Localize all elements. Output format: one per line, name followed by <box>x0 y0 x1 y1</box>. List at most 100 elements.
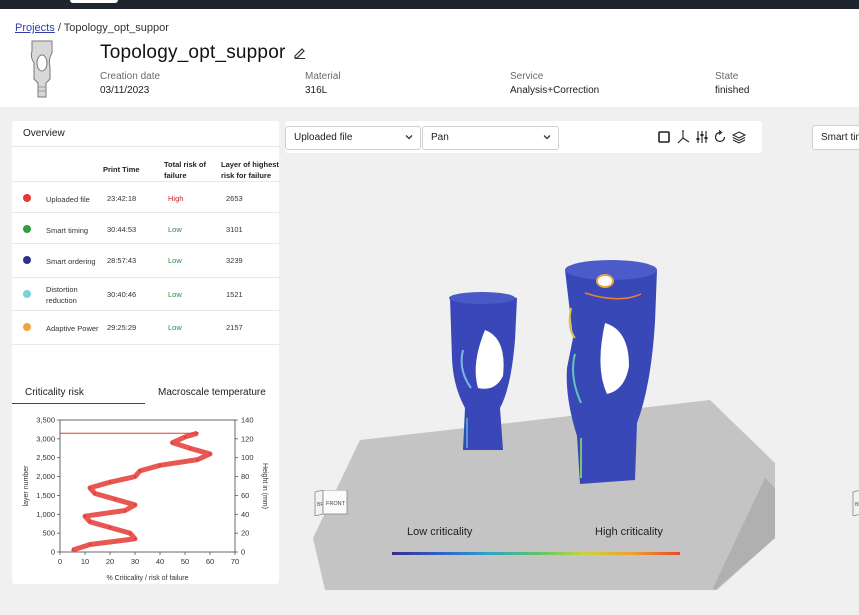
legend-high-criticality: High criticality <box>595 526 663 538</box>
row-name: Adaptive Power <box>46 323 99 333</box>
overview-panel: Overview Print Time Total risk of failur… <box>12 121 279 584</box>
status-dot <box>23 225 31 233</box>
row-layer: 2157 <box>226 323 243 332</box>
overview-title: Overview <box>23 128 65 139</box>
layers-icon[interactable] <box>731 129 747 145</box>
meta-service: Service Analysis+Correction <box>510 71 599 96</box>
overview-row[interactable]: Smart ordering 28:57:43 Low 3239 <box>12 243 279 277</box>
view-cube[interactable]: BF FRONT <box>314 490 348 516</box>
criticality-point <box>196 458 199 461</box>
criticality-series-line <box>71 430 213 553</box>
part-thumbnail <box>30 40 53 98</box>
meta-label: Material <box>305 71 341 82</box>
meta-value: 03/11/2023 <box>100 85 150 96</box>
cube-face-front: FRONT <box>326 501 346 507</box>
legend-low-criticality: Low criticality <box>407 526 473 538</box>
row-print-time: 23:42:18 <box>107 194 137 203</box>
file-select[interactable]: Uploaded file <box>285 126 421 150</box>
cube-face-left-secondary: BF <box>855 502 859 508</box>
criticality-point <box>133 475 137 478</box>
row-layer: 1521 <box>226 290 243 299</box>
overview-row[interactable]: Adaptive Power 29:25:29 Low 2157 <box>12 310 279 345</box>
criticality-point <box>133 503 137 507</box>
axes-icon[interactable] <box>675 129 691 145</box>
top-bar-active-tab[interactable] <box>70 0 118 3</box>
row-layer: 3239 <box>226 256 243 265</box>
y-tick-label: 2,000 <box>36 472 55 481</box>
y-tick-label: 0 <box>51 548 55 557</box>
status-dot <box>23 256 31 264</box>
chevron-down-icon <box>543 135 551 140</box>
x-tick-label: 40 <box>156 557 164 566</box>
criticality-chart: 0 10 20 30 40 50 60 7005001,0001,5002,0002,5003… <box>23 416 268 583</box>
row-risk: Low <box>168 256 182 265</box>
row-name: Uploaded file <box>46 194 90 204</box>
app-top-bar <box>0 0 859 9</box>
edit-pencil-icon[interactable] <box>293 45 307 59</box>
x-tick-label: 10 <box>81 557 89 566</box>
meta-label: State <box>715 71 739 82</box>
x-tick-label: 20 <box>106 557 114 566</box>
x-tick-label: 70 <box>231 557 239 566</box>
y-tick-label: 1,000 <box>36 510 55 519</box>
comparison-select[interactable]: Smart tim <box>812 125 859 150</box>
reset-rotate-icon[interactable] <box>712 129 728 145</box>
criticality-point <box>71 548 74 552</box>
criticality-point <box>171 441 174 444</box>
3d-viewer[interactable] <box>285 118 859 610</box>
row-risk: Low <box>168 323 182 332</box>
y2-tick-label: 40 <box>241 510 249 519</box>
criticality-point <box>88 520 92 524</box>
mode-select-value: Pan <box>431 132 449 143</box>
y-tick-label: 500 <box>42 529 55 538</box>
breadcrumb: Projects / Topology_opt_suppor <box>15 22 169 34</box>
y2-tick-label: 140 <box>241 416 254 425</box>
row-name: Distortion reduction <box>46 285 78 305</box>
y2-axis-label: Height in (mm) <box>261 463 268 509</box>
breadcrumb-projects-link[interactable]: Projects <box>15 22 55 34</box>
overview-row[interactable]: Smart timing 30:44:53 Low 3101 <box>12 212 279 246</box>
x-tick-label: 60 <box>206 557 214 566</box>
x-tick-label: 50 <box>181 557 189 566</box>
header-total-risk: Total risk of failure <box>164 160 206 180</box>
row-risk: Low <box>168 225 182 234</box>
divider <box>12 146 279 147</box>
meta-value: finished <box>715 85 750 96</box>
meta-label: Creation date <box>100 71 161 82</box>
x-tick-label: 0 <box>58 557 62 566</box>
x-axis-label: % Criticality / risk of failure <box>106 575 188 582</box>
chart-plot-area <box>59 419 236 553</box>
row-layer: 3101 <box>226 225 243 234</box>
view-cube-secondary[interactable]: BF <box>843 490 859 516</box>
comparison-select-value: Smart tim <box>821 132 859 143</box>
criticality-point <box>123 509 127 512</box>
meta-label: Service <box>510 71 544 82</box>
overview-row[interactable]: Uploaded file 23:42:18 High 2653 <box>12 181 279 215</box>
meta-material: Material 316L <box>305 71 341 96</box>
tab-macroscale-temperature[interactable]: Macroscale temperature <box>158 387 266 398</box>
overview-row[interactable]: Distortion reduction 30:40:46 Low 1521 <box>12 277 279 311</box>
tab-criticality-risk[interactable]: Criticality risk <box>25 387 84 398</box>
row-print-time: 30:40:46 <box>107 290 137 299</box>
meta-value: 316L <box>305 85 328 96</box>
y-tick-label: 3,000 <box>36 434 55 443</box>
row-layer: 2653 <box>226 194 243 203</box>
file-select-value: Uploaded file <box>294 132 353 143</box>
header-print-time: Print Time <box>103 165 140 174</box>
meta-value: Analysis+Correction <box>510 85 600 96</box>
y2-tick-label: 100 <box>241 453 254 462</box>
mode-select[interactable]: Pan <box>422 126 559 150</box>
criticality-point <box>88 543 92 546</box>
sliders-icon[interactable] <box>694 129 710 145</box>
y2-tick-label: 80 <box>241 472 249 481</box>
x-tick-label: 30 <box>131 557 139 566</box>
row-print-time: 29:25:29 <box>107 323 137 332</box>
bounding-box-icon[interactable] <box>656 129 672 145</box>
criticality-point <box>83 514 87 518</box>
row-name: Smart timing <box>46 225 89 235</box>
row-risk: High <box>168 194 184 203</box>
criticality-point <box>93 492 97 495</box>
criticality-point <box>138 469 142 473</box>
breadcrumb-separator: / <box>57 22 61 34</box>
row-name: Smart ordering <box>46 256 96 266</box>
